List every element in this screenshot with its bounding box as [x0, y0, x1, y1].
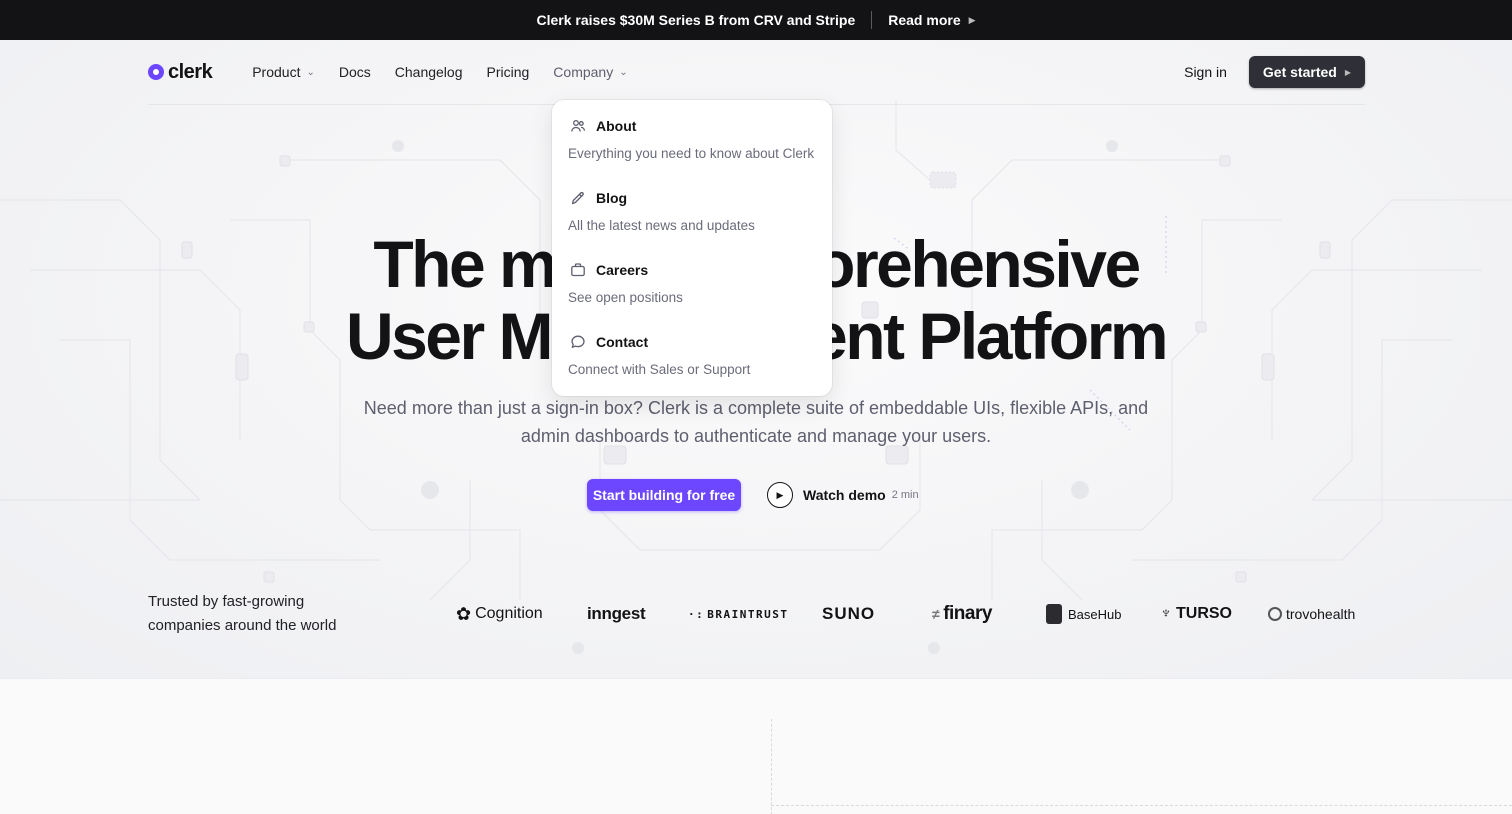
cognition-mark-icon: ✿ — [456, 603, 472, 624]
watch-demo-duration: 2 min — [891, 489, 919, 501]
menu-item-contact-title-row: Contact — [568, 332, 816, 352]
chevron-down-icon: ⌄ — [306, 66, 315, 78]
nav-company[interactable]: Company ⌄ — [553, 64, 627, 80]
start-building-button[interactable]: Start building for free — [587, 479, 741, 511]
play-icon: ▶ — [767, 482, 793, 508]
menu-item-careers-title-row: Careers — [568, 260, 816, 280]
dashed-divider — [771, 719, 772, 814]
menu-item-contact-title: Contact — [596, 334, 649, 350]
watch-demo-label: Watch demo — [803, 487, 886, 503]
chat-bubble-icon — [571, 335, 585, 348]
company-dropdown-menu: About Everything you need to know about … — [552, 100, 832, 396]
basehub-logo-text: BaseHub — [1068, 606, 1122, 622]
finary-logo-text: finary — [943, 603, 992, 624]
briefcase-icon — [571, 263, 585, 277]
braintrust-mark-icon: ·: — [688, 607, 705, 621]
cognition-logo-text: Cognition — [475, 605, 543, 622]
menu-item-blog-title: Blog — [596, 190, 628, 206]
menu-item-blog-description: All the latest news and updates — [568, 218, 755, 233]
announcement-bar: Clerk raises $30M Series B from CRV and … — [0, 0, 1512, 40]
basehub-mark-icon — [1046, 604, 1062, 624]
customer-logos: ✿ Cognition inngest ·: BRAINTRUST SUNO ≠… — [456, 600, 1366, 628]
suno-logo: SUNO — [822, 604, 876, 623]
hero-cta-row: Start building for free ▶ Watch demo 2 m… — [587, 479, 919, 511]
finary-mark-icon: ≠ — [932, 606, 940, 622]
dashed-divider — [771, 805, 1512, 806]
headline-line-2-left: User M — [345, 299, 554, 373]
menu-item-blog-title-row: Blog — [568, 188, 816, 208]
nav-changelog[interactable]: Changelog — [395, 64, 463, 80]
clerk-logo[interactable]: clerk — [148, 60, 213, 84]
trovohealth-logo-text: trovohealth — [1286, 606, 1356, 622]
lower-section — [0, 678, 1512, 814]
nav-actions: Sign in Get started ▶ — [1184, 56, 1365, 88]
menu-item-about[interactable]: About Everything you need to know about … — [568, 116, 816, 188]
logo-text: clerk — [168, 60, 213, 83]
menu-item-about-title: About — [596, 118, 637, 134]
headline-line-1-left: The m — [373, 227, 557, 301]
trovohealth-logo: trovohealth — [1268, 600, 1355, 628]
arrow-right-icon: ▶ — [1344, 67, 1351, 77]
headline-line-2-right: ent Platform — [811, 299, 1169, 373]
turso-logo-text: TURSO — [1176, 605, 1232, 622]
watch-demo-button[interactable]: ▶ Watch demo 2 min — [767, 482, 919, 508]
read-more-link[interactable]: Read more ▶ — [888, 12, 975, 28]
sign-in-link[interactable]: Sign in — [1184, 64, 1227, 80]
basehub-logo: BaseHub — [1046, 600, 1121, 628]
nav-company-label: Company — [553, 64, 614, 80]
arrow-right-icon: ▶ — [968, 14, 976, 25]
menu-item-careers-description: See open positions — [568, 290, 683, 305]
menu-item-contact-description: Connect with Sales or Support — [568, 362, 751, 377]
announcement-text: Clerk raises $30M Series B from CRV and … — [536, 12, 856, 28]
nav-product-label: Product — [252, 64, 301, 80]
nav-pricing[interactable]: Pricing — [487, 64, 530, 80]
get-started-button[interactable]: Get started ▶ — [1248, 56, 1365, 88]
braintrust-logo: ·: BRAINTRUST — [688, 600, 788, 628]
menu-item-about-description: Everything you need to know about Clerk — [568, 146, 815, 161]
menu-item-about-title-row: About — [568, 116, 816, 136]
clerk-logo-icon — [148, 64, 164, 80]
menu-item-careers-title: Careers — [596, 262, 649, 278]
finary-logo: ≠ finary — [932, 600, 992, 628]
cognition-logo: ✿ Cognition — [456, 600, 543, 628]
menu-item-blog[interactable]: Blog All the latest news and updates — [568, 188, 816, 260]
nav-product[interactable]: Product ⌄ — [252, 64, 315, 80]
turso-mark-icon: ♆ — [1160, 605, 1172, 622]
headline-line-1-right: orehensive — [815, 227, 1141, 301]
trovohealth-mark-icon — [1268, 607, 1282, 621]
announcement-divider — [871, 11, 873, 29]
menu-item-careers[interactable]: Careers See open positions — [568, 260, 816, 332]
pencil-icon — [571, 191, 584, 205]
inngest-logo: inngest — [587, 604, 646, 623]
users-icon — [571, 120, 586, 132]
chevron-down-icon: ⌄ — [619, 66, 628, 78]
menu-item-contact[interactable]: Contact Connect with Sales or Support — [568, 332, 816, 404]
braintrust-logo-text: BRAINTRUST — [707, 607, 789, 621]
nav-docs[interactable]: Docs — [339, 64, 371, 80]
turso-logo: ♆ TURSO — [1160, 600, 1232, 628]
nav-links: Product ⌄ Docs Changelog Pricing Company… — [252, 64, 627, 80]
trusted-by-text: Trusted by fast-growing companies around… — [148, 593, 337, 634]
get-started-label: Get started — [1262, 64, 1337, 80]
read-more-label: Read more — [888, 12, 961, 28]
top-nav: clerk Product ⌄ Docs Changelog Pricing C… — [148, 56, 1365, 88]
